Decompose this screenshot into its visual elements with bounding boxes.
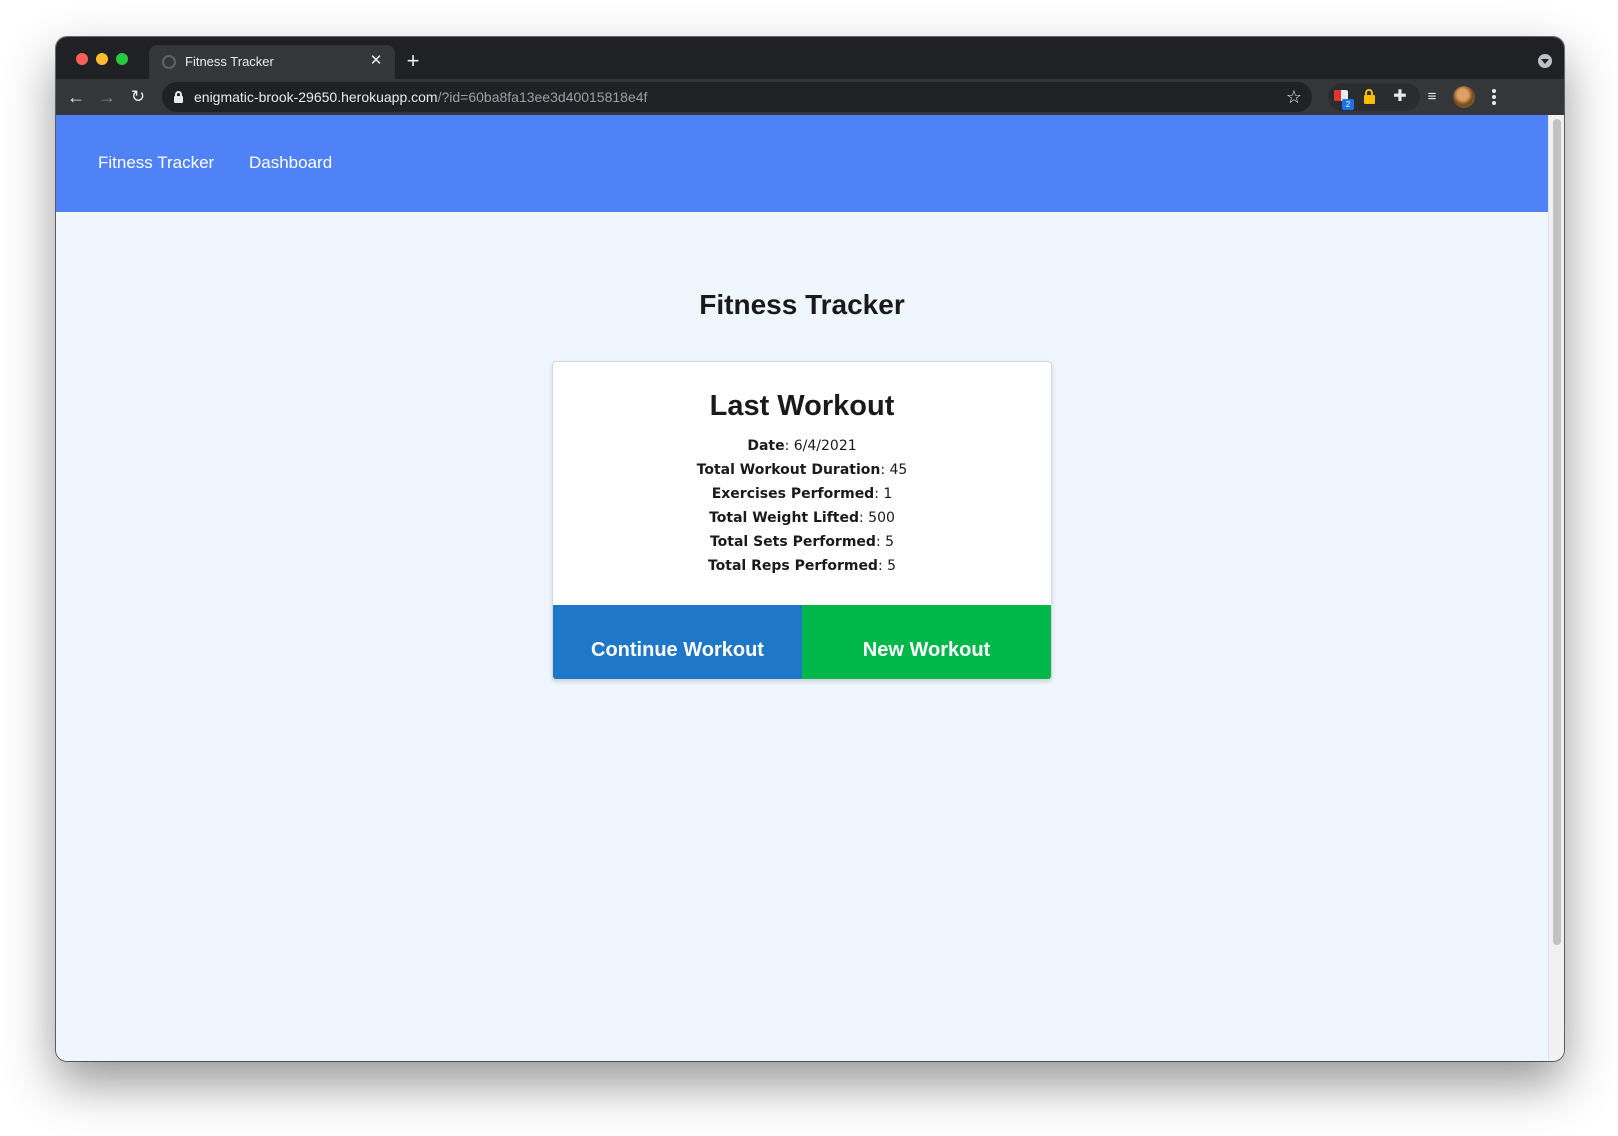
- page-scrollbar[interactable]: [1548, 115, 1564, 1061]
- stat-label: Date: [747, 438, 785, 454]
- stat-value: : 45: [880, 462, 908, 478]
- url-text[interactable]: enigmatic-brook-29650.herokuapp.com/?id=…: [194, 89, 647, 105]
- stat-value: : 6/4/2021: [784, 438, 857, 454]
- avatar[interactable]: [1453, 86, 1475, 108]
- stat-label: Total Reps Performed: [707, 558, 878, 574]
- site-navbar: Fitness Tracker Dashboard: [56, 115, 1548, 212]
- stat-value: : 5: [877, 558, 897, 574]
- stat-label: Total Weight Lifted: [709, 510, 860, 526]
- stat-value: : 500: [859, 510, 895, 526]
- stat-label: Total Sets Performed: [709, 534, 876, 550]
- close-icon[interactable]: ✕: [367, 52, 385, 70]
- last-workout-card: Last Workout Date: 6/4/2021 Total Workou…: [552, 361, 1052, 680]
- continue-workout-button[interactable]: Continue Workout: [553, 605, 802, 679]
- tab-title: Fitness Tracker: [185, 54, 274, 69]
- stat-value: : 5: [875, 534, 895, 550]
- browser-tab[interactable]: Fitness Tracker ✕: [149, 45, 395, 79]
- browser-window: Fitness Tracker ✕ + ← → ↻ enigmatic-broo…: [56, 37, 1564, 1061]
- url-path: /?id=60ba8fa13ee3d40015818e4f: [437, 89, 648, 105]
- plus-icon[interactable]: +: [401, 49, 425, 73]
- puzzle-icon[interactable]: ✚: [1390, 87, 1410, 107]
- extension-badge: 2: [1342, 99, 1354, 110]
- reload-icon[interactable]: ↻: [126, 85, 150, 109]
- arrow-right-icon[interactable]: →: [95, 85, 119, 109]
- extension-icon[interactable]: 2: [1332, 87, 1354, 110]
- stat-row-date: Date: 6/4/2021: [553, 438, 1051, 462]
- nav-brand-link[interactable]: Fitness Tracker: [98, 153, 214, 173]
- stat-row-sets: Total Sets Performed: 5: [553, 534, 1051, 558]
- more-menu-icon[interactable]: [1484, 86, 1504, 108]
- page-content: Fitness Tracker Dashboard Fitness Tracke…: [56, 115, 1548, 1061]
- stat-label: Exercises Performed: [711, 486, 875, 502]
- stat-row-reps: Total Reps Performed: 5: [553, 558, 1051, 582]
- password-lock-icon[interactable]: [1360, 87, 1380, 107]
- browser-toolbar: ← → ↻ enigmatic-brook-29650.herokuapp.co…: [56, 79, 1564, 115]
- card-title: Last Workout: [709, 390, 895, 422]
- new-workout-button[interactable]: New Workout: [802, 605, 1051, 679]
- stat-row-duration: Total Workout Duration: 45: [553, 462, 1051, 486]
- scrollbar-thumb[interactable]: [1553, 119, 1561, 945]
- url-host: enigmatic-brook-29650.herokuapp.com: [194, 89, 438, 105]
- card-actions: Continue Workout New Workout: [553, 605, 1051, 679]
- address-bar[interactable]: enigmatic-brook-29650.herokuapp.com/?id=…: [162, 82, 1312, 112]
- media-control-icon[interactable]: ≡: [1422, 87, 1442, 107]
- workout-stats: Date: 6/4/2021 Total Workout Duration: 4…: [553, 438, 1051, 582]
- star-icon[interactable]: ☆: [1286, 86, 1302, 108]
- nav-dashboard-link[interactable]: Dashboard: [249, 153, 332, 173]
- close-window-button[interactable]: [76, 53, 88, 65]
- stat-value: : 1: [874, 486, 893, 502]
- globe-icon: [162, 55, 176, 69]
- minimize-window-button[interactable]: [96, 53, 108, 65]
- stat-label: Total Workout Duration: [696, 462, 881, 478]
- tab-search-icon[interactable]: [1538, 54, 1552, 68]
- stat-row-weight: Total Weight Lifted: 500: [553, 510, 1051, 534]
- tab-strip: Fitness Tracker ✕ +: [56, 37, 1564, 79]
- lock-icon[interactable]: [174, 91, 183, 103]
- arrow-left-icon[interactable]: ←: [64, 85, 88, 109]
- stat-row-exercises: Exercises Performed: 1: [553, 486, 1051, 510]
- page-title: Fitness Tracker: [699, 289, 905, 320]
- maximize-window-button[interactable]: [116, 53, 128, 65]
